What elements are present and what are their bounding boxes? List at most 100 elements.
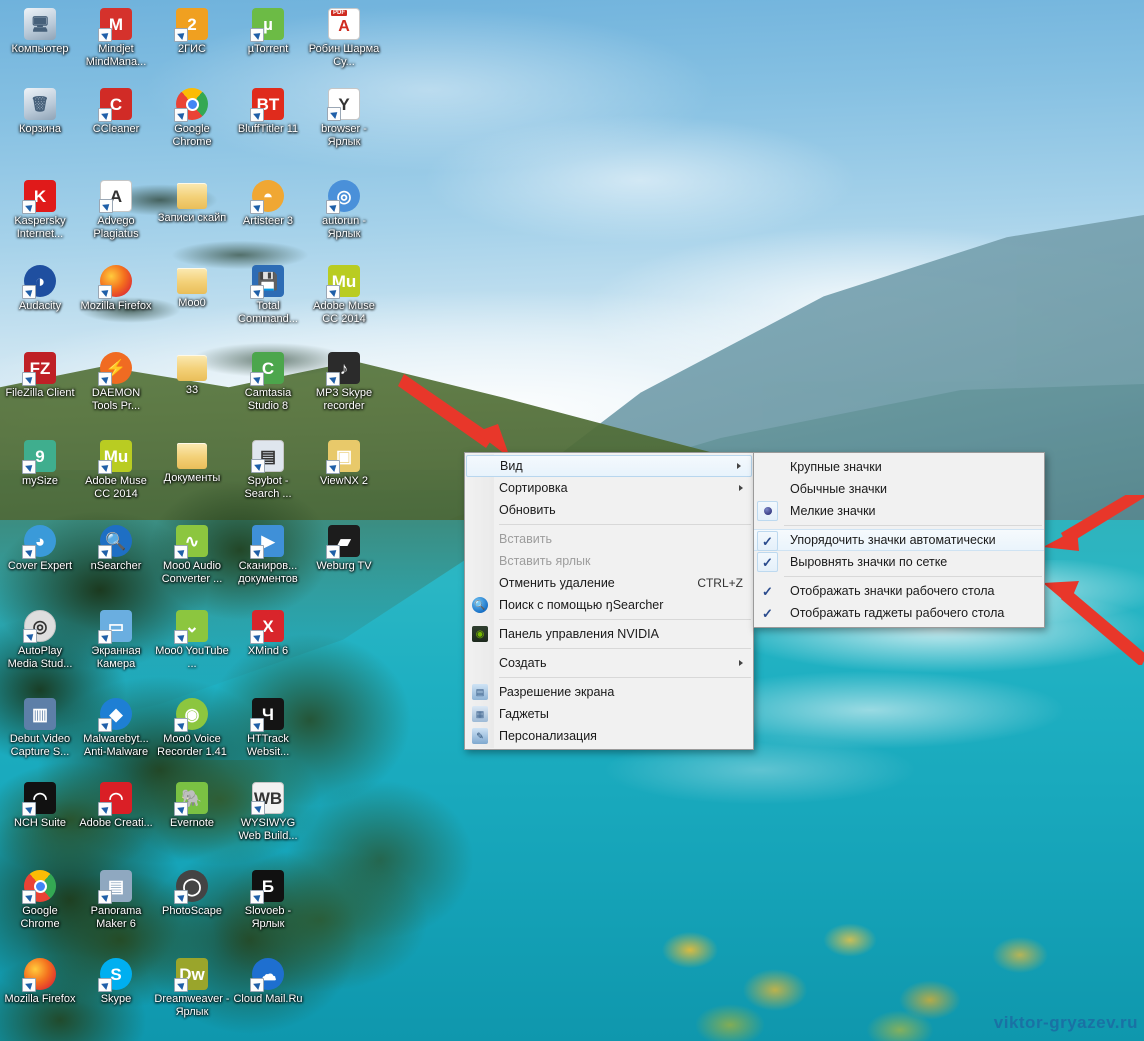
desktop-icon[interactable]: Б Slovoeb - Ярлык [230, 870, 306, 930]
desktop-icon[interactable]: ◉ Moo0 Voice Recorder 1.41 [154, 698, 230, 758]
desktop-icon[interactable]: M Mindjet MindMana... [78, 8, 154, 68]
context-menu-item[interactable]: ✎ Персонализация [465, 725, 753, 747]
desktop-icon-label: ViewNX 2 [319, 475, 369, 487]
desktop-icon[interactable]: ▶ Сканиров... документов [230, 525, 306, 585]
advego-icon: A [99, 180, 132, 213]
desktop-icon[interactable]: ▰ Weburg TV [306, 525, 382, 573]
desktop-icon[interactable]: µ µTorrent [230, 8, 306, 56]
desktop-icon[interactable]: FZ FileZilla Client [2, 352, 78, 400]
2gis-icon: 2 [174, 8, 208, 42]
chrome-icon [22, 870, 56, 904]
context-menu-item[interactable]: Создать [465, 652, 753, 674]
submenu-item[interactable]: ✓ Выровнять значки по сетке [754, 551, 1044, 573]
desktop-icon[interactable]: ☁ Cloud Mail.Ru [230, 958, 306, 1006]
desktop-icon[interactable]: ♪ MP3 Skype recorder [306, 352, 382, 412]
submenu-item[interactable]: ✓ Отображать значки рабочего стола [754, 580, 1044, 602]
desktop-icon[interactable]: 2 2ГИС [154, 8, 230, 56]
desktop-icon[interactable]: C Camtasia Studio 8 [230, 352, 306, 412]
folder-icon [177, 183, 207, 209]
desktop-icon[interactable]: 🖥 Компьютер [2, 8, 78, 56]
checkmark-icon: ✓ [757, 603, 778, 623]
desktop-icon[interactable]: ▤ Spybot - Search ... [230, 440, 306, 500]
desktop-icon[interactable]: Moo0 [154, 265, 230, 310]
desktop-icon-label: WYSIWYG Web Build... [238, 817, 298, 842]
desktop-icon[interactable]: Google Chrome [154, 88, 230, 148]
context-menu-item[interactable]: Сортировка [465, 477, 753, 499]
context-menu-item[interactable]: Вид [466, 455, 752, 477]
desktop-icon[interactable]: Mozilla Firefox [78, 265, 154, 313]
submenu-item[interactable]: Обычные значки [754, 478, 1044, 500]
submenu-item[interactable]: Крупные значки [754, 456, 1044, 478]
context-menu-item[interactable]: ▦ Гаджеты [465, 703, 753, 725]
context-menu-item[interactable]: ▤ Разрешение экрана [465, 681, 753, 703]
desktop-icon-label: µTorrent [247, 43, 289, 55]
desktop-icon-label: mySize [21, 475, 59, 487]
desktop-icon[interactable]: ∿ Moo0 Audio Converter ... [154, 525, 230, 585]
desktop-icon[interactable]: K Kaspersky Internet... [2, 180, 78, 240]
adobe-creative-cloud-icon: ◠ [98, 782, 132, 816]
desktop-icon[interactable]: ◆ Malwarebyt... Anti-Malware [78, 698, 154, 758]
desktop-icon[interactable]: ▤ Panorama Maker 6 [78, 870, 154, 930]
desktop-icon[interactable]: ◎ AutoPlay Media Stud... [2, 610, 78, 670]
desktop-icon[interactable]: ◑ Audacity [2, 265, 78, 313]
desktop-icon[interactable]: 💾 Total Command... [230, 265, 306, 325]
desktop-icon[interactable]: 33 [154, 352, 230, 397]
desktop-icon[interactable]: ⚡ DAEMON Tools Pr... [78, 352, 154, 412]
desktop-icon[interactable]: 🐘 Evernote [154, 782, 230, 830]
shortcut-overlay-icon [22, 545, 36, 559]
desktop-icon[interactable]: ◓ Artisteer 3 [230, 180, 306, 228]
desktop-icon[interactable]: ◕ Cover Expert [2, 525, 78, 573]
desktop-icon-label: autorun - Ярлык [321, 215, 367, 240]
desktop-icon[interactable]: Записи скайп [154, 180, 230, 225]
desktop-icon[interactable]: Mu Adobe Muse CC 2014 [78, 440, 154, 500]
desktop-icon[interactable]: ◯ PhotoScape [154, 870, 230, 918]
desktop-icon[interactable]: ▭ Экранная Камера [78, 610, 154, 670]
desktop-icon[interactable]: X XMind 6 [230, 610, 306, 658]
shortcut-overlay-icon [98, 802, 112, 816]
submenu-item[interactable]: ✓ Отображать гаджеты рабочего стола [754, 602, 1044, 624]
shortcut-overlay-icon [251, 801, 265, 815]
desktop-icon[interactable]: 9 mySize [2, 440, 78, 488]
desktop-icon[interactable]: Mozilla Firefox [2, 958, 78, 1006]
desktop[interactable]: 🖥 Компьютер M Mindjet MindMana... 2 2ГИС µ µTor… [0, 0, 1144, 1041]
submenu-item[interactable]: Мелкие значки [754, 500, 1044, 522]
desktop-icon[interactable]: 🔍 nSearcher [78, 525, 154, 573]
desktop-icon[interactable]: ◠ NCH Suite [2, 782, 78, 830]
evernote-icon: 🐘 [174, 782, 208, 816]
desktop-icon[interactable]: Mu Adobe Muse CC 2014 [306, 265, 382, 325]
autorun-disc-icon: ◎ [326, 180, 360, 214]
context-menu-item-label: Создать [499, 656, 547, 670]
desktop-icon[interactable]: Google Chrome [2, 870, 78, 930]
shortcut-overlay-icon [22, 460, 36, 474]
desktop-context-menu[interactable]: Вид Сортировка Обновить Вставить Вставить яр… [464, 452, 754, 750]
desktop-icon[interactable]: ▥ Debut Video Capture S... [2, 698, 78, 758]
desktop-icon[interactable]: 🗑 Корзина [2, 88, 78, 136]
desktop-icon[interactable]: ▣ ViewNX 2 [306, 440, 382, 488]
context-menu-item[interactable]: Обновить [465, 499, 753, 521]
shortcut-overlay-icon [326, 545, 340, 559]
view-submenu[interactable]: Крупные значки Обычные значки Мелкие значк… [753, 452, 1045, 628]
desktop-icon[interactable]: WB WYSIWYG Web Build... [230, 782, 306, 842]
desktop-icon[interactable]: Ybrowser - Ярлык [306, 88, 382, 148]
desktop-icon[interactable]: ◎ autorun - Ярлык [306, 180, 382, 240]
desktop-icon[interactable]: C CCleaner [78, 88, 154, 136]
context-menu-item[interactable]: 🔍 Поиск с помощью ŋSearcher [465, 594, 753, 616]
desktop-icon[interactable]: PDF A Робин Шарма Су... [306, 8, 382, 68]
audacity-icon: ◑ [22, 265, 56, 299]
menu-separator [499, 619, 751, 620]
context-menu-item[interactable]: ◉ Панель управления NVIDIA [465, 623, 753, 645]
checkmark-icon: ✓ [757, 552, 778, 572]
submenu-item[interactable]: ✓ Упорядочить значки автоматически [754, 529, 1044, 551]
desktop-icon[interactable]: BT BluffTitler 11 [230, 88, 306, 136]
moo0-youtube-icon: ⌄ [174, 610, 208, 644]
desktop-icon[interactable]: Ч HTTrack Websit... [230, 698, 306, 758]
desktop-icon[interactable]: ◠ Adobe Creati... [78, 782, 154, 830]
chevron-right-icon [739, 485, 743, 491]
shortcut-overlay-icon [250, 978, 264, 992]
desktop-icon[interactable]: Dw Dreamweaver - Ярлык [154, 958, 230, 1018]
desktop-icon[interactable]: A Advego Plagiatus [78, 180, 154, 240]
context-menu-item[interactable]: Отменить удаление CTRL+Z [465, 572, 753, 594]
desktop-icon[interactable]: ⌄ Moo0 YouTube ... [154, 610, 230, 670]
desktop-icon[interactable]: Документы [154, 440, 230, 485]
desktop-icon[interactable]: S Skype [78, 958, 154, 1006]
